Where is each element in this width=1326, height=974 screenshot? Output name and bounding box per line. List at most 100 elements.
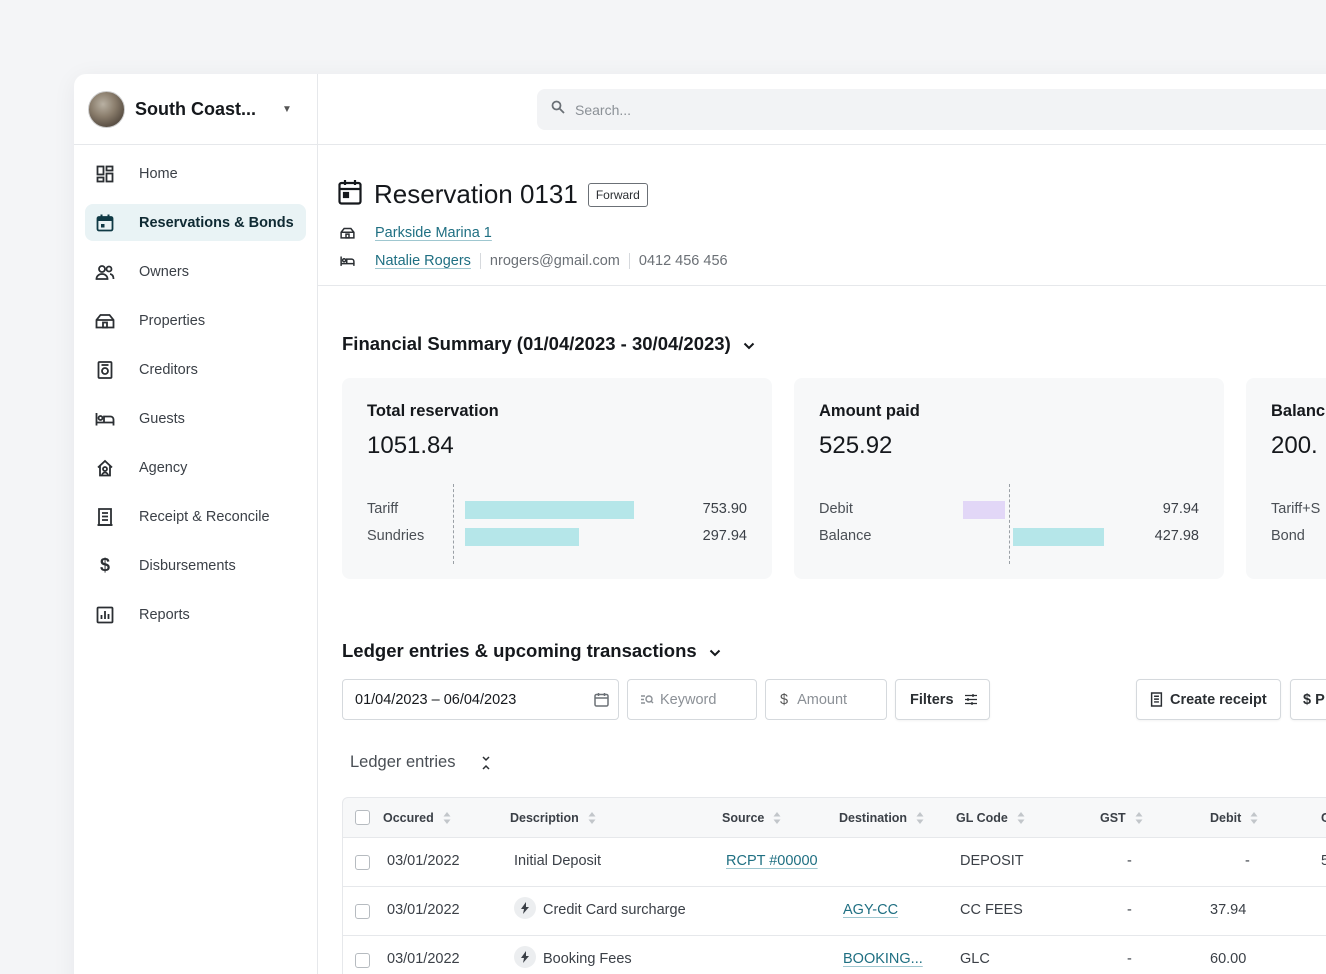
table-row[interactable]: 03/01/2022 Credit Card surcharge AGY-CC … [342,887,1326,936]
search-input[interactable] [575,101,1075,118]
column-header-credit[interactable]: C [1321,811,1326,825]
card-label: Amount paid [819,402,920,420]
chart-axis [453,484,454,564]
cell-gst: - [1127,853,1132,869]
sort-icon [1135,812,1143,824]
receipt-icon [95,507,115,527]
sidebar-item-label: Receipt & Reconcile [139,508,270,525]
sort-icon [773,812,781,824]
sidebar-item-agency[interactable]: Agency [85,449,306,486]
sidebar-item-creditors[interactable]: Creditors [85,351,306,388]
dashboard-icon [95,164,115,184]
search-icon [551,100,565,119]
guest-row: Natalie Rogers nrogers@gmail.com 0412 45… [340,253,728,269]
cell-credit: 5 [1321,853,1326,869]
keyword-placeholder: Keyword [660,691,717,708]
card-row-label: Bond [1271,528,1305,544]
column-header-debit[interactable]: Debit [1210,811,1258,825]
sliders-icon [964,693,978,706]
financial-summary-toggle[interactable]: Financial Summary (01/04/2023 - 30/04/20… [342,333,755,355]
sidebar-item-label: Disbursements [139,557,236,574]
guest-link[interactable]: Natalie Rogers [375,253,471,269]
sort-icon [1017,812,1025,824]
table-row[interactable]: 03/01/2022 Initial Deposit RCPT #00000 D… [342,838,1326,887]
cell-gl-code: CC FEES [960,902,1023,918]
ledger-entries-toggle[interactable]: Ledger entries [350,753,491,772]
column-header-description[interactable]: Description [510,811,596,825]
amount-field[interactable]: $ Amount [765,679,887,720]
report-icon [95,605,115,625]
column-header-destination[interactable]: Destination [839,811,924,825]
card-row-label: Sundries [367,528,425,544]
dollar-icon: $ [780,691,789,708]
description-text: Credit Card surcharge [543,901,686,918]
cell-destination-link[interactable]: BOOKING... [843,951,923,967]
date-range-field[interactable]: 01/04/2023 – 06/04/2023 [342,679,619,720]
cell-description: Booking Fees [514,946,632,968]
sidebar-nav: Home Reservations & Bonds Owners Propert… [74,145,317,633]
sidebar-item-label: Creditors [139,361,198,378]
sidebar-item-disbursements[interactable]: $ Disbursements [85,547,306,584]
agency-icon [95,458,115,478]
sidebar-item-guests[interactable]: Guests [85,400,306,437]
card-row-label: Debit [819,501,853,517]
dollar-icon: $ [99,555,110,575]
property-link[interactable]: Parkside Marina 1 [375,225,492,241]
column-label: C [1321,811,1326,825]
search-box[interactable] [537,89,1326,130]
sidebar-item-owners[interactable]: Owners [85,253,306,290]
cell-source-link[interactable]: RCPT #00000 [726,853,818,869]
sidebar: South Coast... ▼ Home Reservations & Bon… [74,74,318,974]
sidebar-item-receipt-reconcile[interactable]: Receipt & Reconcile [85,498,306,535]
divider [628,253,630,269]
keyword-field[interactable]: Keyword [627,679,757,720]
property-switcher[interactable]: South Coast... ▼ [74,74,317,145]
lightning-icon [514,946,536,968]
sidebar-item-reports[interactable]: Reports [85,596,306,633]
row-checkbox[interactable] [355,904,370,919]
column-header-gl-code[interactable]: GL Code [956,811,1025,825]
date-range-value: 01/04/2023 – 06/04/2023 [355,691,517,708]
select-all-checkbox[interactable] [355,810,370,825]
filters-button[interactable]: Filters [895,679,990,720]
cell-gst: - [1127,902,1132,918]
cell-debit: - [1245,853,1250,869]
column-header-occured[interactable]: Occured [383,811,451,825]
sidebar-item-label: Agency [139,459,188,476]
avatar [88,90,125,128]
column-label: Debit [1210,811,1242,825]
create-receipt-button[interactable]: Create receipt [1136,679,1281,720]
cell-destination-link[interactable]: AGY-CC [843,902,898,918]
collapse-icon [481,755,491,770]
sidebar-item-reservations[interactable]: Reservations & Bonds [85,204,306,241]
ledger-table: Occured Description Source Destination G… [342,797,1326,974]
sidebar-item-home[interactable]: Home [85,155,306,192]
row-checkbox[interactable] [355,855,370,870]
cell-date: 03/01/2022 [387,853,460,869]
status-badge: Forward [587,182,648,207]
top-bar [318,74,1326,145]
card-row-value: 427.98 [1154,528,1199,544]
column-label: Source [722,811,765,825]
financial-summary-title: Financial Summary (01/04/2023 - 30/04/20… [342,333,731,354]
house-icon [95,311,115,331]
sidebar-item-properties[interactable]: Properties [85,302,306,339]
page-title: Reservation 0131 [374,179,578,209]
chevron-down-icon [709,640,721,662]
payment-button[interactable]: $ P [1290,679,1326,720]
column-label: Destination [839,811,908,825]
cell-description: Initial Deposit [514,853,602,869]
calendar-icon [338,179,362,210]
ledger-toggle[interactable]: Ledger entries & upcoming transactions [342,640,721,662]
sort-icon [443,812,451,824]
column-header-gst[interactable]: GST [1100,811,1143,825]
cell-debit: 60.00 [1210,951,1247,967]
column-label: GL Code [956,811,1008,825]
description-text: Booking Fees [543,950,632,967]
card-row-label: Balance [819,528,872,544]
cell-date: 03/01/2022 [387,951,460,967]
card-label: Total reservation [367,402,499,420]
column-header-source[interactable]: Source [722,811,781,825]
table-row[interactable]: 03/01/2022 Booking Fees BOOKING... GLC -… [342,936,1326,974]
row-checkbox[interactable] [355,953,370,968]
